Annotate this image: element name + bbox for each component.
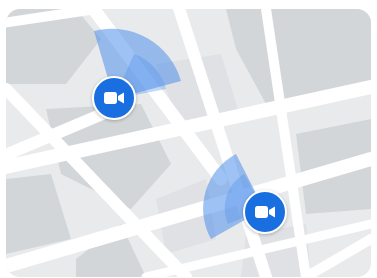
video-camera-icon (255, 206, 275, 218)
camera-marker-2[interactable] (243, 190, 287, 234)
map-canvas[interactable] (6, 9, 371, 277)
camera-marker-1[interactable] (92, 76, 136, 120)
video-camera-icon (104, 92, 124, 104)
map-view[interactable] (6, 9, 371, 277)
